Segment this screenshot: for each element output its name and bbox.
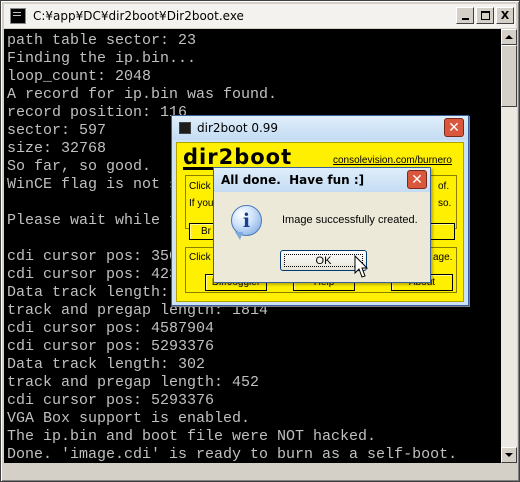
console-line: cdi cursor pos: 4587904 — [7, 320, 215, 337]
console-line: Data track length: 302 — [7, 356, 206, 373]
dir2boot-titlebar[interactable]: dir2boot 0.99 ✕ — [172, 116, 468, 140]
focus-rectangle — [284, 254, 363, 267]
close-icon: ✕ — [448, 119, 460, 136]
close-icon: ✕ — [411, 171, 423, 188]
console-line: VGA Box support is enabled. — [7, 410, 251, 427]
console-line: Done. 'image.cdi' is ready to burn as a … — [7, 446, 458, 463]
click-instruction-1: Click — [189, 181, 211, 192]
console-line: path table sector: 23 — [7, 32, 197, 49]
console-line: cdi cursor pos: 5293376 — [7, 338, 215, 355]
console-line: The ip.bin and boot file were NOT hacked… — [7, 428, 377, 445]
dir2boot-close-button[interactable]: ✕ — [444, 118, 464, 137]
maximize-button[interactable] — [476, 7, 494, 24]
console-line: loop_count: 2048 — [7, 68, 152, 85]
click-instruction-1-end: of. — [438, 181, 450, 192]
scroll-up-button[interactable] — [501, 29, 517, 45]
close-icon: X — [500, 9, 510, 22]
console-line: cdi cursor pos: 5293376 — [7, 392, 215, 409]
scroll-thumb[interactable] — [501, 45, 517, 107]
arrow-down-icon — [505, 453, 513, 457]
maximize-icon — [480, 11, 490, 20]
minimize-icon — [461, 18, 469, 20]
message-close-button[interactable]: ✕ — [407, 170, 427, 189]
console-line: A record for ip.bin was found. — [7, 86, 278, 103]
arrow-up-icon — [505, 35, 513, 39]
website-link[interactable]: consolevision.com/burnero — [333, 155, 452, 166]
if-instruction: If you — [189, 198, 214, 209]
console-line: track and pregap length: 452 — [7, 374, 260, 391]
click-instruction-2: Click — [189, 252, 211, 263]
console-title: C:¥app¥DC¥dir2boot¥Dir2boot.exe — [33, 9, 244, 23]
scroll-down-button[interactable] — [501, 447, 517, 463]
console-line: Finding the ip.bin... — [7, 50, 197, 67]
info-glyph: i — [242, 209, 251, 232]
console-app-icon — [10, 8, 26, 24]
click-instruction-2-end: age. — [433, 252, 453, 263]
if-instruction-end: so. — [438, 198, 452, 209]
message-dialog: All done. Have fun :] ✕ i Image successf… — [213, 167, 431, 283]
vertical-scrollbar[interactable] — [501, 29, 517, 463]
dir2boot-app-icon — [179, 122, 191, 134]
message-titlebar[interactable]: All done. Have fun :] ✕ — [214, 168, 430, 192]
dir2boot-logo: dir2boot — [183, 145, 293, 169]
message-title: All done. Have fun :] — [221, 173, 365, 187]
mouse-pointer-icon — [354, 255, 368, 278]
message-text: Image successfully created. — [282, 214, 418, 226]
information-icon-tail — [235, 232, 243, 240]
dir2boot-title: dir2boot 0.99 — [197, 121, 279, 135]
minimize-button[interactable] — [456, 7, 474, 24]
console-titlebar[interactable]: C:¥app¥DC¥dir2boot¥Dir2boot.exe X — [4, 4, 516, 28]
console-close-button[interactable]: X — [496, 7, 514, 24]
